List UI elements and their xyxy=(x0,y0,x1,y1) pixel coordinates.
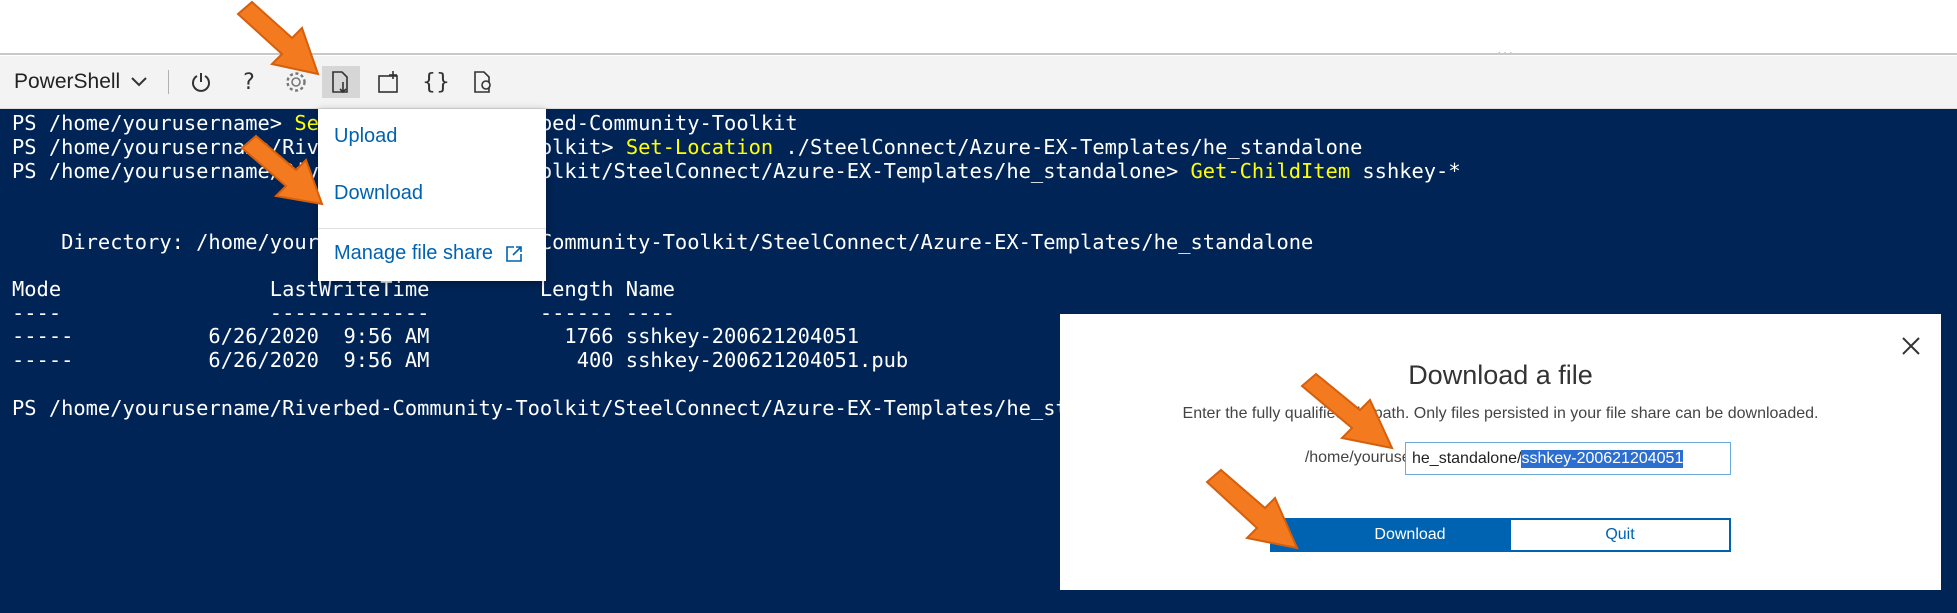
directory-line: Directory: /home/yourusername/Riverbed-C… xyxy=(12,230,1314,254)
menu-item-upload[interactable]: Upload xyxy=(334,125,397,148)
argument: ./SteelConnect/Azure-EX-Templates/he_sta… xyxy=(773,135,1363,159)
prompt: PS /home/yourusername> xyxy=(12,111,295,135)
download-button[interactable]: Download xyxy=(1270,518,1550,552)
download-dialog: Download a file Enter the fully qualifie… xyxy=(1060,314,1941,590)
menu-item-download[interactable]: Download xyxy=(334,182,423,205)
chevron-down-icon xyxy=(131,77,147,87)
quit-button[interactable]: Quit xyxy=(1509,518,1731,552)
prompt: PS /home/yourusername/Riverbed-Community… xyxy=(12,159,1191,183)
command: Get-ChildItem xyxy=(1190,159,1351,183)
arrow-annotation-icon xyxy=(1205,468,1299,550)
input-text: he_standalone/ xyxy=(1412,449,1522,467)
arrow-annotation-icon xyxy=(240,134,324,206)
new-session-button[interactable] xyxy=(370,66,408,98)
listing-row: ----- 6/26/2020 9:56 AM 400 sshkey-20062… xyxy=(12,348,909,372)
arrow-annotation-icon xyxy=(236,0,320,76)
argument: sshkey-* xyxy=(1350,159,1461,183)
braces-icon: {} xyxy=(422,69,450,95)
terminal-line: PS /home/yourusername/Riverbed-Community… xyxy=(12,157,1461,187)
external-link-icon xyxy=(506,245,522,262)
new-session-icon xyxy=(378,71,398,93)
dialog-description: Enter the fully qualified file path. Onl… xyxy=(1182,405,1819,422)
command: Set-Location xyxy=(625,135,774,159)
web-preview-icon xyxy=(474,71,491,93)
shell-selector[interactable]: PowerShell xyxy=(14,68,148,96)
menu-item-label: Manage file share xyxy=(334,242,493,264)
arrow-annotation-icon xyxy=(1300,372,1394,450)
restart-button[interactable] xyxy=(182,66,220,98)
menu-divider xyxy=(318,228,546,229)
final-prompt: PS /home/yourusername/Riverbed-Community… xyxy=(12,396,1179,420)
upload-download-file-icon xyxy=(332,71,348,94)
editor-button[interactable]: {} xyxy=(417,66,455,98)
dialog-title: Download a file xyxy=(1408,360,1593,390)
menu-item-manage-file-share[interactable]: Manage file share xyxy=(334,242,523,265)
close-icon[interactable] xyxy=(1899,334,1923,358)
shell-selector-label: PowerShell xyxy=(14,70,121,93)
power-icon xyxy=(192,73,210,92)
input-selected-text: sshkey-200621204051 xyxy=(1521,449,1684,468)
web-preview-button[interactable] xyxy=(464,66,502,98)
toolbar-separator xyxy=(168,70,169,94)
file-transfer-menu: Upload Download Manage file share xyxy=(318,109,546,281)
file-path-input[interactable]: he_standalone/sshkey-200621204051 xyxy=(1405,442,1731,475)
